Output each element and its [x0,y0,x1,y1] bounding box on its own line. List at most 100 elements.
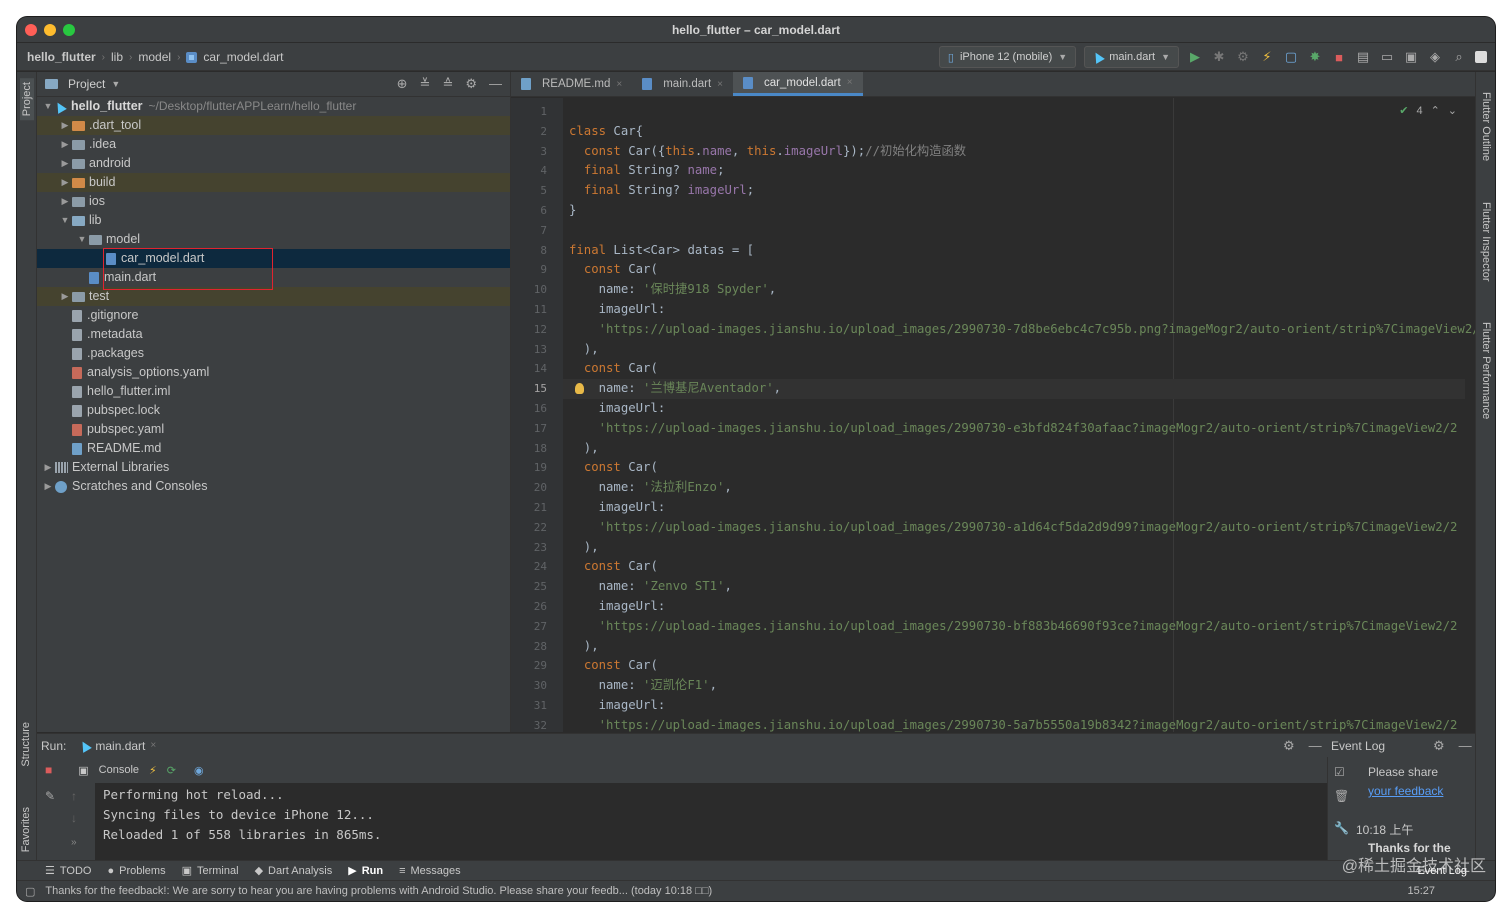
avd-manager-icon[interactable]: ▭ [1379,49,1395,65]
project-view-selector[interactable]: Project [68,77,105,91]
gear-icon[interactable]: ⚙ [465,76,477,92]
hot-restart-icon[interactable]: ⟳ [167,764,176,777]
flutter-performance-tab[interactable]: Flutter Performance [1480,322,1492,419]
wrench-icon[interactable]: 🔧 [1334,821,1349,835]
hot-reload-icon[interactable]: ⚡ [1259,49,1275,65]
flutter-outline-tab[interactable]: Flutter Outline [1480,92,1492,161]
chevron-down-icon[interactable]: ▼ [75,230,89,249]
stop-icon[interactable]: ■ [1331,49,1347,65]
device-manager-icon[interactable]: ▣ [1403,49,1419,65]
editor-tab[interactable]: car_model.dart × [733,72,863,96]
arrow-up-icon[interactable]: ↑ [71,789,77,803]
more-icon[interactable]: » [71,837,77,848]
hide-panel-icon[interactable]: — [489,76,502,92]
tree-item[interactable]: README.md [37,439,510,458]
tree-item[interactable]: car_model.dart [37,249,510,268]
run-icon[interactable]: ▶ [1187,49,1203,65]
breadcrumb-model[interactable]: model [138,50,171,64]
tree-item[interactable]: ▶ External Libraries [37,458,510,477]
attach-icon[interactable]: ⚙ [1235,49,1251,65]
close-icon[interactable]: × [616,79,622,90]
account-icon[interactable] [1475,51,1487,63]
tree-item[interactable]: pubspec.yaml [37,420,510,439]
bottom-tab-todo[interactable]: ☰ TODO [45,864,91,878]
project-structure-icon[interactable]: ▤ [1355,49,1371,65]
tree-item[interactable]: ▶ build [37,173,510,192]
device-selector[interactable]: ▯ iPhone 12 (mobile) ▼ [938,46,1077,68]
close-icon[interactable]: × [717,79,723,90]
pin-icon[interactable]: ✎ [45,789,55,803]
hide-panel-icon[interactable]: — [1459,738,1472,754]
console-tab[interactable]: Console [99,764,139,776]
tree-item[interactable]: .metadata [37,325,510,344]
code-text: } [569,201,576,221]
code-token: name: [569,579,644,594]
sdk-manager-icon[interactable]: ◈ [1427,49,1443,65]
chevron-right-icon[interactable]: ▶ [58,116,72,135]
tree-root[interactable]: ▼ hello_flutter ~/Desktop/flutterAPPLear… [37,97,510,116]
chevron-right-icon[interactable]: ▶ [41,477,55,496]
flutter-inspector-tab[interactable]: Flutter Inspector [1480,202,1492,281]
chevron-right-icon[interactable]: ▶ [41,458,55,477]
tree-item[interactable]: ▶ test [37,287,510,306]
chevron-right-icon[interactable]: ▶ [58,173,72,192]
hot-reload-icon[interactable]: ⚡ [149,764,157,777]
chevron-right-icon[interactable]: ▶ [58,287,72,306]
bottom-tab-problems[interactable]: ● Problems [107,865,165,877]
debug-icon[interactable]: ✱ [1211,49,1227,65]
editor-tab[interactable]: README.md × [511,72,632,96]
bottom-tab-terminal[interactable]: ▣ Terminal [182,864,239,878]
tree-item[interactable]: ▶ .dart_tool [37,116,510,135]
hide-panel-icon[interactable]: — [1309,738,1322,754]
profile-icon[interactable]: ✸ [1307,49,1323,65]
chevron-right-icon[interactable]: ▶ [58,154,72,173]
chevron-down-icon[interactable]: ▼ [111,79,120,89]
favorites-tool-tab[interactable]: Favorites [20,807,32,852]
breadcrumb-lib[interactable]: lib [111,50,123,64]
run-tab-main[interactable]: main.dart × [74,739,162,753]
stop-icon[interactable]: ■ [45,763,52,777]
close-icon[interactable]: × [847,77,853,88]
chevron-right-icon[interactable]: ▶ [58,192,72,211]
trash-icon[interactable]: 🗑 [1334,789,1349,803]
tree-item[interactable]: pubspec.lock [37,401,510,420]
tree-item[interactable]: ▶ .idea [37,135,510,154]
console-output[interactable]: Performing hot reload... Syncing files to… [103,785,381,845]
code-editor[interactable]: ✔ 4 ⌃ ⌄ 1 2 class Car{3 const Car({this.na… [511,98,1475,732]
run-config-selector[interactable]: main.dart ▼ [1084,46,1179,68]
expand-all-icon[interactable]: ≚ [420,76,431,92]
select-opened-file-icon[interactable]: ⊕ [397,76,408,92]
tree-item[interactable]: analysis_options.yaml [37,363,510,382]
tree-item[interactable]: main.dart [37,268,510,287]
tree-item[interactable]: ▶ ios [37,192,510,211]
chevron-down-icon[interactable]: ▼ [41,97,55,116]
chevron-right-icon[interactable]: ▶ [58,135,72,154]
tree-item[interactable]: ▶ Scratches and Consoles [37,477,510,496]
tree-item[interactable]: .packages [37,344,510,363]
editor-tab[interactable]: main.dart × [632,72,733,96]
breadcrumb-project[interactable]: hello_flutter [27,50,96,64]
project-tool-tab[interactable]: Project [20,78,34,121]
tree-item[interactable]: ▼ model [37,230,510,249]
bottom-tab-run[interactable]: ▶ Run [348,864,383,878]
bottom-tab-dart-analysis[interactable]: ◆ Dart Analysis [255,864,333,878]
tree-item[interactable]: ▼ lib [37,211,510,230]
hot-restart-icon[interactable]: ▢ [1283,49,1299,65]
feedback-link[interactable]: your feedback [1368,784,1443,798]
search-icon[interactable]: ⌕ [1451,49,1467,65]
bottom-tab-messages[interactable]: ≡ Messages [399,865,461,877]
gear-icon[interactable]: ⚙ [1283,738,1295,754]
breadcrumb-file[interactable]: car_model.dart [203,50,283,64]
gear-icon[interactable]: ⚙ [1433,738,1445,754]
collapse-all-icon[interactable]: ≙ [442,76,453,92]
tree-item[interactable]: ▶ android [37,154,510,173]
arrow-down-icon[interactable]: ↓ [71,811,77,825]
layout-icon[interactable]: ▢ [25,885,35,898]
checkbox-icon[interactable]: ☑ [1334,765,1349,779]
close-icon[interactable]: × [150,740,156,751]
chevron-down-icon[interactable]: ▼ [58,211,72,230]
tree-item[interactable]: .gitignore [37,306,510,325]
devtools-icon[interactable]: ◉ [194,764,204,777]
structure-tool-tab[interactable]: Structure [20,722,32,767]
tree-item[interactable]: hello_flutter.iml [37,382,510,401]
